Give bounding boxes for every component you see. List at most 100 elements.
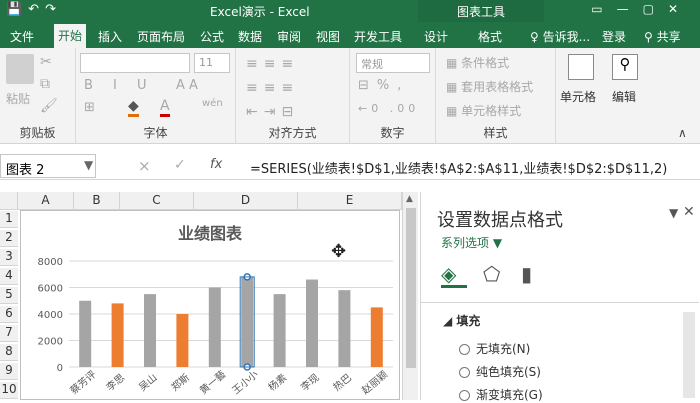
tab-view[interactable]: 视图 [312,26,344,48]
pane-scrollbar[interactable] [683,312,695,398]
fill-section-header[interactable]: ◢ 填充 [443,312,480,329]
row-header[interactable]: 9 [0,363,18,380]
gradient-fill-option[interactable]: 渐变填充(G) [459,386,543,403]
border-icon[interactable]: ⊞ [84,100,95,115]
pane-title: 设置数据点格式 [437,210,563,231]
cells-group[interactable]: 单元格 [556,48,606,144]
solid-fill-option[interactable]: 纯色填充(S) [459,363,541,380]
row-header[interactable]: 5 [0,287,18,304]
row-header[interactable]: 7 [0,325,18,342]
tab-review[interactable]: 审阅 [273,26,305,48]
bar-8[interactable] [306,279,318,367]
cell-style-icon: ▦ [446,104,462,118]
series-options-dropdown[interactable]: 系列选项 ▼ [441,234,502,251]
ribbon: 粘贴 ✂ ⧉ 🖌 剪贴板 11 B I U A A ⊞ ◆ A wén 字体 ≡… [0,48,700,144]
row-header[interactable]: 3 [0,249,18,266]
formula-input[interactable]: =SERIES(业绩表!$D$1,业绩表!$A$2:$A$11,业绩表!$D$2… [250,158,667,177]
row-header[interactable]: 6 [0,306,18,323]
enter-icon[interactable]: ✓ [174,157,186,173]
styles-label: 样式 [483,126,508,140]
font-name-combobox[interactable] [80,53,190,73]
scroll-thumb[interactable] [406,208,416,368]
no-fill-option[interactable]: 无填充(N) [459,340,530,357]
font-size-combobox[interactable]: 11 [194,53,230,73]
conditional-format-icon: ▦ [446,56,462,70]
conditional-format-button[interactable]: ▦ 条件格式 [446,54,509,71]
row-header[interactable]: 1 [0,211,18,228]
bar-2[interactable] [111,303,124,367]
font-color-icon[interactable]: A [160,98,170,117]
decimal-icons[interactable]: ←0 .00 [358,102,419,115]
tab-design[interactable]: 设计 [420,26,452,48]
paste-icon[interactable] [6,54,34,84]
quick-access-toolbar[interactable]: 💾↶↷ [6,2,62,17]
tab-insert[interactable]: 插入 [94,26,126,48]
row-header[interactable]: 10 [0,382,18,399]
chart-title[interactable]: 业绩图表 [178,224,243,243]
lightbulb-icon: ♀ [530,30,543,44]
column-header-d[interactable]: D [194,192,298,210]
cancel-icon[interactable]: × [138,157,151,175]
fill-line-icon[interactable]: ◈ [441,262,467,288]
tab-home[interactable]: 开始 [54,24,87,48]
bar-6[interactable] [241,276,254,367]
tab-formulas[interactable]: 公式 [196,26,228,48]
scroll-up-icon[interactable]: ▲ [406,194,413,204]
horizontal-align-icons[interactable]: ≡≡≡ [246,80,299,96]
insert-function-icon[interactable]: fx [210,157,222,172]
chart-plot[interactable]: 业绩图表 0 2000 4000 6000 8000 蔡芳评 李思 吴山 郑斯 黄一藝 王小小 杨素… [21,211,399,399]
tell-me-box[interactable]: ♀ 告诉我... [526,26,594,48]
tab-format[interactable]: 格式 [474,26,506,48]
number-format-combobox[interactable]: 常规 [356,53,430,73]
tab-data[interactable]: 数据 [234,26,266,48]
tab-file[interactable]: 文件 [6,26,38,48]
paste-button[interactable]: 粘贴 [6,90,30,107]
indent-icons[interactable]: ⇤⇥⊟ [246,104,299,120]
pane-close-icon[interactable]: ✕ [683,204,695,220]
table-format-button[interactable]: ▦ 套用表格格式 [446,78,533,95]
vertical-scrollbar[interactable]: ▲ [402,192,418,400]
select-all-corner[interactable] [0,192,18,210]
row-header[interactable]: 4 [0,268,18,285]
collapse-ribbon-icon[interactable]: ∧ [678,126,687,140]
bar-5[interactable] [208,287,221,368]
editing-group[interactable]: ⚲ 编辑 [606,48,646,144]
font-grow-shrink[interactable]: A A [176,78,198,93]
fill-color-icon[interactable]: ◆ [128,98,139,117]
gradient-fill-radio[interactable] [459,390,470,401]
bar-7[interactable] [273,294,286,367]
name-box-dropdown-icon[interactable]: ▼ [84,158,93,172]
bar-1[interactable] [79,300,92,367]
tab-developer[interactable]: 开发工具 [350,26,406,48]
effects-pentagon-icon[interactable]: ⬠ [483,262,500,286]
performance-chart[interactable]: 业绩图表 0 2000 4000 6000 8000 蔡芳评 李思 吴山 郑斯 黄一藝 王小小 杨素… [20,210,400,400]
no-fill-radio[interactable] [459,344,470,355]
column-header-b[interactable]: B [74,192,120,210]
series-options-bars-icon[interactable]: ▮ [521,262,532,286]
vertical-align-icons[interactable]: ≡≡≡ [246,56,299,72]
bar-10[interactable] [370,307,383,367]
row-header[interactable]: 2 [0,230,18,247]
window-controls[interactable]: ▭—▢✕ [591,2,692,16]
column-header-a[interactable]: A [18,192,74,210]
column-header-c[interactable]: C [120,192,194,210]
title-bar: 💾↶↷ Excel演示 - Excel 图表工具 ▭—▢✕ [0,0,700,22]
row-header[interactable]: 8 [0,344,18,361]
login-link[interactable]: 登录 [598,26,630,48]
column-header-e[interactable]: E [298,192,402,210]
cut-icon[interactable]: ✂ [40,54,52,70]
solid-fill-radio[interactable] [459,367,470,378]
cell-style-button[interactable]: ▦ 单元格样式 [446,102,521,119]
bold-italic-underline[interactable]: B I U [84,78,155,93]
copy-icon[interactable]: ⧉ [40,76,50,92]
tab-page-layout[interactable]: 页面布局 [133,26,189,48]
name-box[interactable]: 图表 2 [0,154,96,178]
bar-4[interactable] [176,314,189,367]
currency-percent-icons[interactable]: ⊟%, [358,78,409,93]
pane-options-icon[interactable]: ▼ [669,206,678,220]
share-button[interactable]: ⚲ 共享 [640,26,685,48]
bar-3[interactable] [144,294,156,367]
bar-9[interactable] [338,290,351,367]
phonetic-icon[interactable]: wén [202,98,223,109]
format-painter-icon[interactable]: 🖌 [40,98,58,114]
